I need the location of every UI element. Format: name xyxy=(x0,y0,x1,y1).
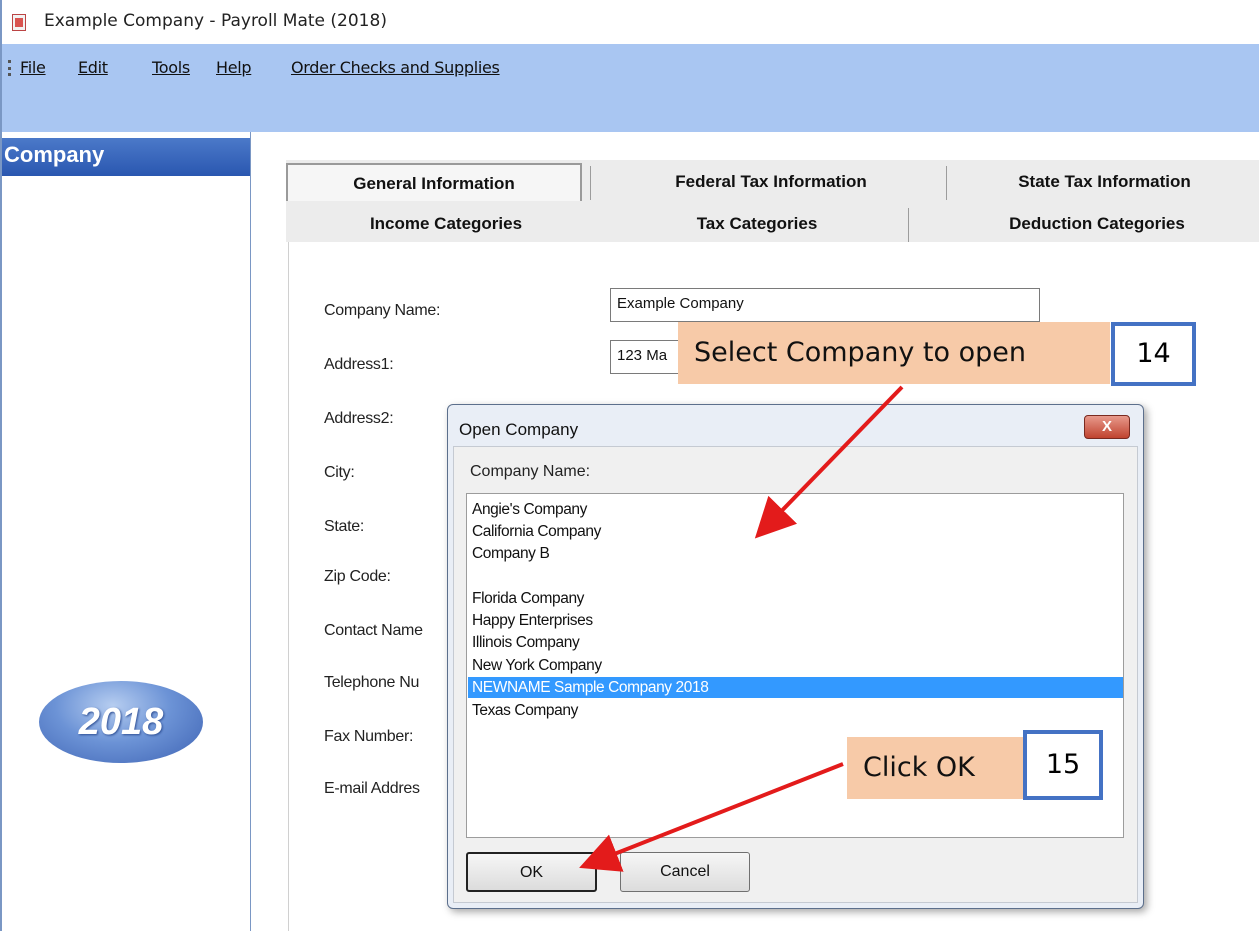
app-icon xyxy=(12,14,26,31)
menu-file-label: File xyxy=(20,58,46,77)
window-title: Example Company - Payroll Mate (2018) xyxy=(44,11,387,31)
tab-separator xyxy=(946,166,947,200)
tab-separator xyxy=(590,166,591,200)
menu-tools-label: Tools xyxy=(152,58,190,77)
sidebar xyxy=(0,132,251,931)
menu-file[interactable]: File xyxy=(20,58,46,77)
list-item[interactable]: Company B xyxy=(468,543,1123,564)
list-item[interactable]: Florida Company xyxy=(468,588,1123,609)
menu-order-checks[interactable]: Order Checks and Supplies xyxy=(291,58,500,77)
callout-click-ok: Click OK xyxy=(847,737,1023,799)
tab-tax-categories[interactable]: Tax Categories xyxy=(604,214,910,234)
address1-label: Address1: xyxy=(324,356,394,373)
fax-number-label: Fax Number: xyxy=(324,728,414,745)
list-item[interactable]: California Company xyxy=(468,521,1123,542)
callout-select-company: Select Company to open xyxy=(678,322,1110,384)
list-item[interactable]: Texas Company xyxy=(468,700,1123,721)
list-item[interactable]: Angie's Company xyxy=(468,499,1123,520)
tab-general-information[interactable]: General Information xyxy=(286,163,582,201)
list-item[interactable]: Illinois Company xyxy=(468,632,1123,653)
menu-order-checks-label: Order Checks and Supplies xyxy=(291,58,500,77)
step-number-badge: 14 xyxy=(1111,322,1196,386)
menu-edit-label: Edit xyxy=(78,58,108,77)
menu-help[interactable]: Help xyxy=(216,58,252,77)
step-number-badge: 15 xyxy=(1023,730,1103,800)
tab-deduction-categories[interactable]: Deduction Categories xyxy=(935,214,1259,234)
menu-grip-handle[interactable] xyxy=(8,60,11,76)
email-address-label: E-mail Addres xyxy=(324,780,420,797)
menu-edit[interactable]: Edit xyxy=(78,58,108,77)
cancel-button[interactable]: Cancel xyxy=(620,852,750,892)
list-item[interactable] xyxy=(468,565,1123,586)
dialog-title: Open Company xyxy=(459,420,579,439)
company-name-label: Company Name: xyxy=(324,302,441,319)
year-badge-logo: 2018 xyxy=(39,681,203,763)
sidebar-heading: Company xyxy=(2,138,250,176)
telephone-label: Telephone Nu xyxy=(324,674,420,691)
list-item[interactable]: Happy Enterprises xyxy=(468,610,1123,631)
company-list-label: Company Name: xyxy=(470,463,591,480)
address2-label: Address2: xyxy=(324,410,394,427)
tab-state-tax-information[interactable]: State Tax Information xyxy=(950,172,1259,192)
tab-income-categories[interactable]: Income Categories xyxy=(290,214,602,234)
list-item[interactable]: New York Company xyxy=(468,655,1123,676)
tab-separator xyxy=(908,208,909,242)
city-label: City: xyxy=(324,464,355,481)
list-item-selected[interactable]: NEWNAME Sample Company 2018 xyxy=(468,677,1123,698)
zip-code-label: Zip Code: xyxy=(324,568,391,585)
menu-help-label: Help xyxy=(216,58,252,77)
contact-name-label: Contact Name xyxy=(324,622,423,639)
company-name-field[interactable]: Example Company xyxy=(610,288,1040,322)
close-icon[interactable]: X xyxy=(1084,415,1130,439)
ok-button[interactable]: OK xyxy=(466,852,597,892)
state-label: State: xyxy=(324,518,365,535)
tab-federal-tax-information[interactable]: Federal Tax Information xyxy=(600,172,942,192)
menu-tools[interactable]: Tools xyxy=(152,58,190,77)
